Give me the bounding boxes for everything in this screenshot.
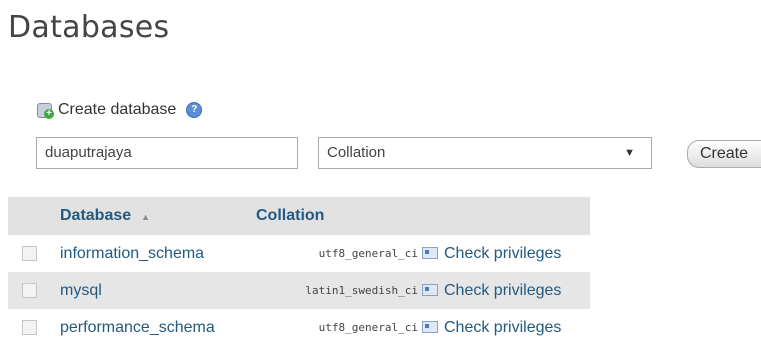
row-checkbox[interactable] (22, 282, 37, 298)
check-privileges-label[interactable]: Check privileges (444, 245, 561, 262)
row-checkbox[interactable] (22, 319, 37, 335)
header-collation-label[interactable]: Collation (256, 207, 324, 224)
table-row: information_schema utf8_general_ci Check… (8, 235, 590, 272)
collation-value: utf8_general_ci (318, 247, 418, 260)
privileges-icon (422, 321, 438, 334)
databases-table: Database ▲ Collation information_schema u… (8, 197, 590, 346)
table-row: mysql latin1_swedish_ci Check privileges (8, 272, 590, 309)
collation-select-value: Collation (327, 144, 386, 161)
check-privileges-link[interactable]: Check privileges (422, 309, 590, 346)
header-database[interactable]: Database ▲ (54, 197, 256, 235)
row-checkbox[interactable] (22, 245, 37, 261)
check-privileges-link[interactable]: Check privileges (422, 235, 590, 272)
privileges-icon (422, 247, 438, 260)
check-privileges-label[interactable]: Check privileges (444, 319, 561, 336)
collation-value: utf8_general_ci (318, 321, 418, 334)
table-header-row: Database ▲ Collation (8, 197, 590, 235)
chevron-down-icon: ▼ (624, 147, 635, 159)
create-button[interactable]: Create (687, 140, 761, 168)
create-database-header: + Create database ? (36, 101, 203, 119)
create-database-label: Create database (58, 101, 177, 118)
check-privileges-label[interactable]: Check privileges (444, 282, 561, 299)
header-checkbox-column (8, 197, 54, 235)
collation-value: latin1_swedish_ci (256, 272, 422, 309)
database-name-link[interactable]: mysql (54, 272, 256, 309)
header-database-label[interactable]: Database (60, 207, 131, 224)
privileges-icon (422, 284, 438, 297)
page-title: Databases (8, 10, 170, 45)
check-privileges-link[interactable]: Check privileges (422, 272, 590, 309)
database-name-link[interactable]: performance_schema (54, 309, 256, 346)
collation-select[interactable]: Collation ▼ (318, 137, 652, 169)
database-name-input[interactable]: duaputrajaya (36, 137, 298, 169)
help-icon[interactable]: ? (186, 102, 203, 118)
table-row: performance_schema utf8_general_ci Check… (8, 309, 590, 346)
header-collation[interactable]: Collation (256, 197, 422, 235)
database-add-icon: + (36, 101, 54, 119)
database-name-link[interactable]: information_schema (54, 235, 256, 272)
header-action-column (422, 197, 590, 235)
sort-ascending-icon[interactable]: ▲ (141, 212, 150, 222)
